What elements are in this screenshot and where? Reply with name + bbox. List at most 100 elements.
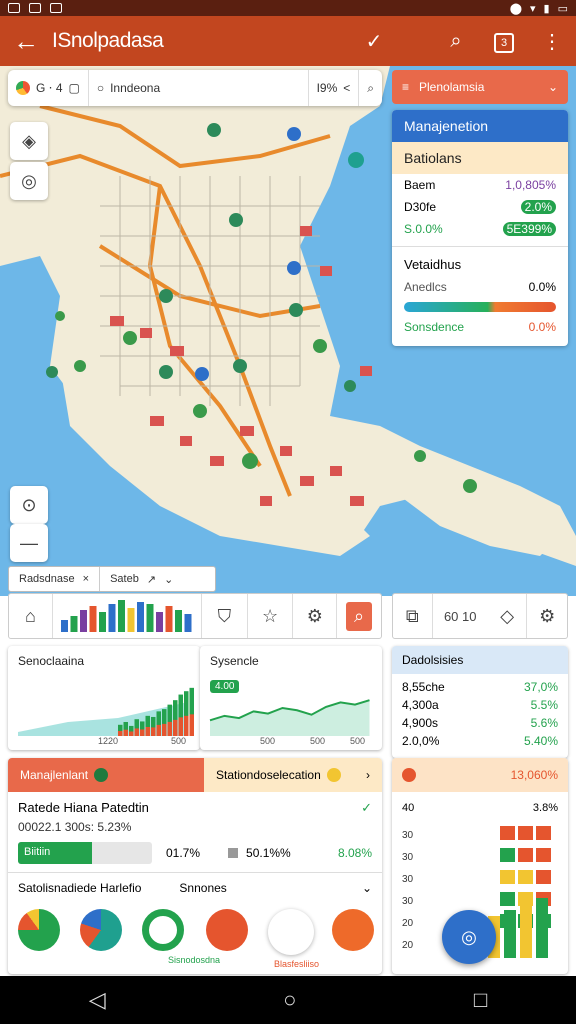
chart-bar-lower	[184, 715, 189, 736]
details-card[interactable]: Dadolsisies 8,55che 37,0% 4,300a 5.5% 4,90…	[392, 646, 568, 758]
status-bar: ⬤ ▾ ▮ ▭	[0, 0, 576, 16]
stack-segment	[536, 826, 551, 840]
chart-bar-lower	[118, 730, 123, 736]
battery-icon: ▭	[557, 2, 568, 15]
home-circle-icon[interactable]: ○	[283, 987, 296, 1013]
tab-management[interactable]: Manajlenlant	[8, 758, 204, 792]
panel-header: Manajenetion	[392, 110, 568, 142]
mini-bar	[108, 604, 116, 632]
locate-button[interactable]: ◎	[10, 162, 48, 200]
mini-chart-button[interactable]	[53, 594, 202, 638]
arrow-left-icon: ←	[13, 25, 39, 56]
chart-header: 40 3.8%	[402, 802, 558, 814]
stack-segment	[518, 848, 533, 862]
shield-button[interactable]: ⛉	[202, 594, 248, 638]
mini-bar	[184, 614, 192, 632]
locate-icon: ◎	[21, 170, 37, 191]
stack-segment	[500, 870, 515, 884]
badge-icon: ◎	[461, 926, 477, 947]
close-icon[interactable]: ×	[83, 573, 89, 585]
chevron-down-icon: ⌄	[547, 80, 558, 94]
metric-row: Anedlcs 0.0%	[404, 280, 556, 294]
back-button[interactable]: ←	[0, 26, 52, 57]
media-button[interactable]	[332, 909, 374, 951]
zoom-percent[interactable]: I9% <	[309, 70, 360, 106]
recent-square-icon[interactable]: □	[474, 987, 487, 1013]
clipboard-button[interactable]	[206, 909, 248, 951]
detail-row: 4,300a 5.5%	[402, 698, 558, 712]
circle-icon: ○	[96, 81, 105, 95]
chip-sateb[interactable]: Sateb ↗ ⌄	[100, 567, 183, 591]
home-button[interactable]: ⌂	[9, 594, 53, 638]
donut-chart[interactable]	[80, 909, 122, 951]
metric-bar	[404, 302, 556, 312]
calendar-button[interactable]: 3	[480, 29, 528, 53]
star-button[interactable]: ☆	[248, 594, 294, 638]
compass-button[interactable]: ◈	[10, 122, 48, 160]
y-tick-label: 20	[402, 940, 414, 951]
target-button[interactable]: ⊙	[10, 486, 48, 524]
alert-icon: ⬤	[509, 2, 522, 15]
management-card: Manajlenlant Stationdoselecation › Rated…	[8, 758, 382, 974]
chevron-right-icon: ›	[366, 768, 370, 782]
camera-button[interactable]	[268, 909, 314, 955]
detail-row: 2.0,0% 5.40%	[402, 734, 558, 748]
donut-chart[interactable]	[18, 909, 60, 951]
metric-legend: Sonsdence 0.0%	[404, 320, 556, 334]
tab-station[interactable]: Stationdoselecation ›	[204, 758, 382, 792]
area-chart-card[interactable]: Senoclaaina 1220 500	[8, 646, 200, 750]
menu-icon: ≡	[402, 80, 410, 94]
chart-bar-lower	[145, 726, 150, 736]
stat-row: Baem 1,0,805%	[404, 178, 556, 192]
search-button[interactable]: ⌕	[432, 30, 480, 53]
check-icon: ✓	[365, 30, 383, 53]
search-input[interactable]: ○ Inndeona	[89, 70, 309, 106]
check-icon: ✓	[361, 800, 372, 815]
location-selector[interactable]: G ⋅ 4 ▢	[8, 70, 89, 106]
settings-button[interactable]: ⚙	[293, 594, 338, 638]
mini-bar	[117, 600, 125, 632]
ring-chart[interactable]	[142, 909, 184, 951]
magnifier-button[interactable]: ⌕	[359, 70, 382, 106]
section-title: Vetaidhus	[404, 257, 462, 272]
stacked-chart-card[interactable]: 13,060% 40 3.8% 30 30 30 30 20 20 ◎	[392, 758, 568, 974]
compass-icon: ◈	[22, 130, 36, 151]
info-badge-icon	[94, 768, 109, 782]
mini-bar	[98, 612, 106, 632]
stack-segment	[518, 892, 533, 906]
stack-segment	[536, 848, 551, 862]
line-chart	[209, 699, 370, 736]
bar-chart	[18, 687, 194, 736]
settings-button[interactable]: ⚙	[527, 594, 567, 638]
magnifier-icon: ⌕	[367, 80, 374, 95]
line-chart-card[interactable]: Sysencle 4.00 500 500 500	[200, 646, 382, 750]
search-icon: ⌕	[450, 29, 462, 52]
y-tick-label: 30	[402, 874, 414, 885]
zoom-out-button[interactable]: —	[10, 524, 48, 562]
tag-button[interactable]: ◇	[488, 594, 528, 638]
tick-label: 500	[310, 736, 326, 746]
chart-bar-lower	[129, 731, 134, 736]
fab-button[interactable]: ◎	[442, 910, 496, 964]
chart-bar-lower	[140, 729, 145, 736]
check-button[interactable]: ✓	[350, 29, 398, 54]
chart-bar-lower	[167, 721, 172, 736]
mini-bar	[60, 620, 68, 632]
chip-radsdnase[interactable]: Radsdnase ×	[9, 567, 101, 591]
alert-dot-icon	[402, 768, 416, 782]
mini-bar	[70, 616, 78, 632]
layers-button[interactable]: ⧉	[393, 594, 433, 638]
summary-strip: 13,060%	[392, 758, 568, 792]
tick-label: 1220	[98, 736, 119, 746]
progress-row: Biitiin 01.7% 50.1%% 8.08%	[8, 834, 382, 872]
search-action-button[interactable]: ⌕	[337, 594, 381, 638]
back-triangle-icon[interactable]: ◁	[89, 987, 106, 1013]
map-toolbar: ⌂ ⛉ ☆ ⚙ ⌕	[8, 593, 382, 639]
layer-dropdown[interactable]: ≡ Plenolamsia ⌄	[392, 70, 568, 104]
mini-bar	[79, 610, 87, 632]
stats-panel: Manajenetion Batiolans Baem 1,0,805% D30f…	[392, 110, 568, 346]
section-row[interactable]: Satolisnadiede Harlefio Snnones ⌄	[8, 872, 382, 903]
counter-display: 60 10	[443, 608, 477, 624]
more-button[interactable]: ⋮	[528, 29, 576, 54]
system-nav-bar: ◁ ○ □	[0, 976, 576, 1024]
